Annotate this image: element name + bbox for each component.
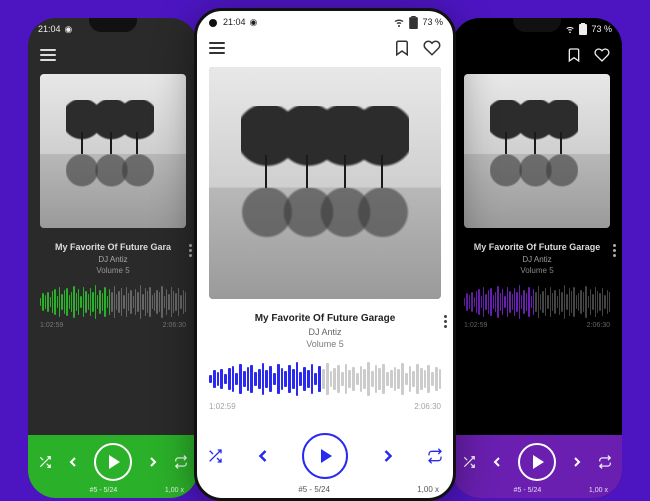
track-title: My Favorite Of Future Gara bbox=[34, 242, 192, 252]
menu-icon[interactable] bbox=[40, 49, 56, 61]
shuffle-icon[interactable] bbox=[207, 448, 223, 464]
top-bar bbox=[28, 40, 198, 70]
album-art[interactable] bbox=[40, 74, 186, 228]
notch bbox=[89, 18, 137, 32]
waveform[interactable] bbox=[40, 285, 186, 319]
time-elapsed: 1:02:59 bbox=[40, 322, 63, 329]
repeat-icon[interactable] bbox=[598, 455, 612, 469]
next-icon[interactable] bbox=[378, 446, 398, 466]
menu-icon[interactable] bbox=[209, 42, 225, 54]
waveform[interactable] bbox=[464, 285, 610, 319]
queue-position: #5 - 5/24 bbox=[298, 485, 330, 494]
heart-icon[interactable] bbox=[423, 39, 441, 57]
battery-icon bbox=[579, 23, 587, 35]
phone-preview-light-blue: 21:04◉ 73 % My Favorite Of Future Garage… bbox=[194, 8, 456, 501]
more-icon[interactable] bbox=[613, 244, 616, 257]
clock: 21:04 bbox=[223, 17, 246, 27]
repeat-icon[interactable] bbox=[427, 448, 443, 464]
track-album: Volume 5 bbox=[458, 266, 616, 275]
play-button[interactable] bbox=[302, 433, 348, 479]
wifi-icon bbox=[565, 24, 575, 34]
status-bar: 21:04◉ 73 % bbox=[197, 11, 453, 33]
camera-punch bbox=[209, 19, 217, 27]
more-icon[interactable] bbox=[444, 315, 447, 328]
album-art[interactable] bbox=[464, 74, 610, 228]
time-total: 2:06:30 bbox=[163, 322, 186, 329]
prev-icon[interactable] bbox=[253, 446, 273, 466]
time-total: 2:06:30 bbox=[587, 322, 610, 329]
shuffle-icon[interactable] bbox=[38, 455, 52, 469]
playback-controls: #5 - 5/24 1,00 x bbox=[197, 425, 453, 498]
playback-controls: #5 - 5/24 1,00 x bbox=[28, 435, 198, 498]
track-title: My Favorite Of Future Garage bbox=[203, 313, 447, 324]
queue-position: #5 - 5/24 bbox=[90, 487, 118, 494]
more-icon[interactable] bbox=[189, 244, 192, 257]
playback-speed: 1,00 x bbox=[589, 487, 608, 494]
bookmark-icon[interactable] bbox=[566, 47, 582, 63]
track-title: My Favorite Of Future Garage bbox=[458, 242, 616, 252]
time-elapsed: 1:02:59 bbox=[209, 402, 236, 411]
notch bbox=[513, 18, 561, 32]
track-album: Volume 5 bbox=[203, 339, 447, 349]
phone-preview-dark-green: 21:04◉ My Favorite Of Future Gara DJ Ant… bbox=[28, 18, 198, 498]
play-button[interactable] bbox=[94, 443, 132, 481]
phone-preview-black-purple: 73 % My Favorite Of Future Garage DJ Ant… bbox=[452, 18, 622, 498]
battery-percent: 73 % bbox=[591, 24, 612, 34]
playback-speed: 1,00 x bbox=[417, 485, 439, 494]
play-button[interactable] bbox=[518, 443, 556, 481]
playback-speed: 1,00 x bbox=[165, 487, 184, 494]
top-bar bbox=[452, 40, 622, 70]
track-artist: DJ Antiz bbox=[458, 255, 616, 264]
top-bar bbox=[197, 33, 453, 63]
prev-icon[interactable] bbox=[489, 454, 505, 470]
wifi-icon bbox=[393, 16, 405, 28]
playback-controls: #5 - 5/24 1,00 x bbox=[452, 435, 622, 498]
track-artist: DJ Antiz bbox=[203, 327, 447, 337]
battery-percent: 73 % bbox=[422, 17, 443, 27]
prev-icon[interactable] bbox=[65, 454, 81, 470]
waveform[interactable] bbox=[209, 359, 441, 399]
next-icon[interactable] bbox=[569, 454, 585, 470]
time-total: 2:06:30 bbox=[414, 402, 441, 411]
battery-icon bbox=[409, 16, 418, 29]
next-icon[interactable] bbox=[145, 454, 161, 470]
repeat-icon[interactable] bbox=[174, 455, 188, 469]
time-elapsed: 1:02:59 bbox=[464, 322, 487, 329]
shuffle-icon[interactable] bbox=[462, 455, 476, 469]
album-art[interactable] bbox=[209, 67, 441, 299]
track-album: Volume 5 bbox=[34, 266, 192, 275]
track-artist: DJ Antiz bbox=[34, 255, 192, 264]
clock: 21:04 bbox=[38, 24, 61, 34]
heart-icon[interactable] bbox=[594, 47, 610, 63]
queue-position: #5 - 5/24 bbox=[514, 487, 542, 494]
bookmark-icon[interactable] bbox=[393, 39, 411, 57]
